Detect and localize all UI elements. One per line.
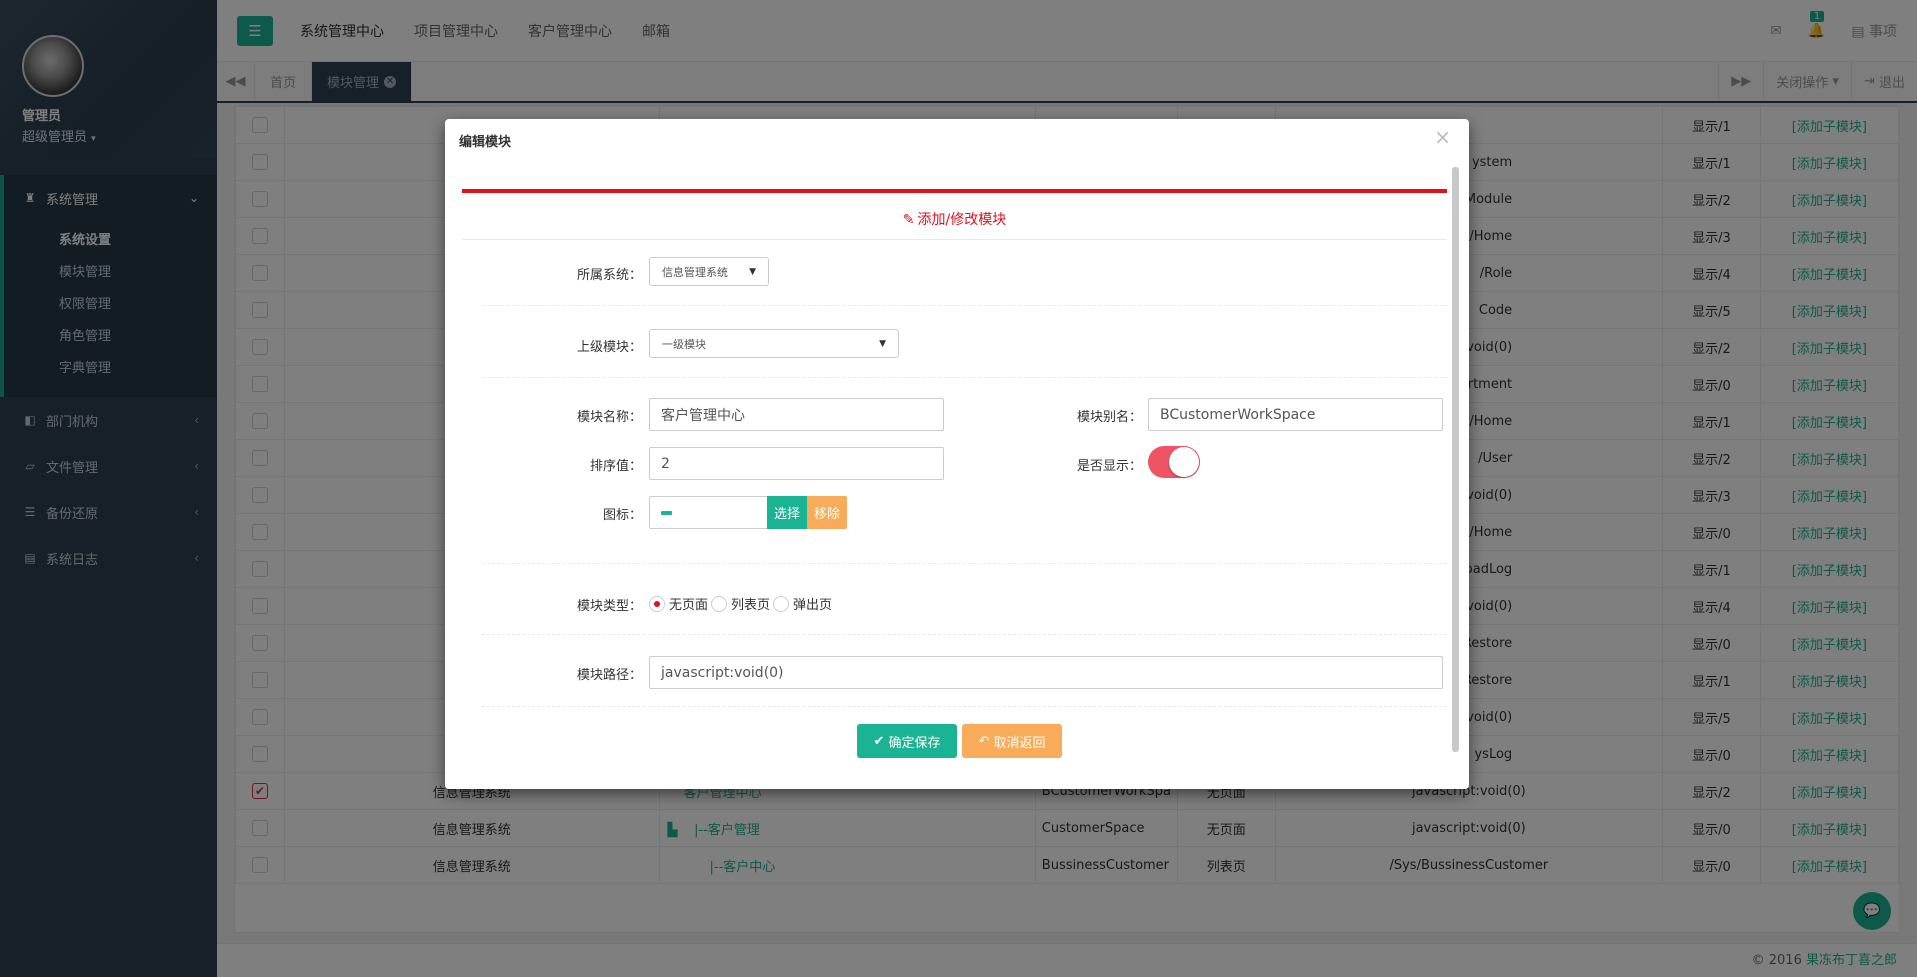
sort-input[interactable]: 2 <box>649 447 944 480</box>
toggle-knob <box>1169 447 1199 477</box>
type-option-popup[interactable]: 弹出页 <box>773 594 832 613</box>
type-option-none[interactable]: 无页面 <box>649 594 708 613</box>
module-alias-input[interactable]: BCustomerWorkSpace <box>1148 398 1443 431</box>
form-divider <box>482 634 1447 635</box>
modal-scrollbar[interactable] <box>1452 167 1459 752</box>
save-button-label: 确定保存 <box>888 735 941 751</box>
save-button[interactable]: ✔ 确定保存 <box>857 724 957 758</box>
parent-label: 上级模块： <box>576 340 642 355</box>
type-option-list[interactable]: 列表页 <box>711 594 770 613</box>
close-icon[interactable]: × <box>1434 125 1451 149</box>
edit-icon: ✎ <box>902 212 915 228</box>
module-type-radio-group: 无页面 列表页 弹出页 <box>649 594 835 613</box>
reply-icon: ↶ <box>978 733 990 749</box>
check-icon: ✔ <box>873 733 885 749</box>
form-title: ✎ 添加/修改模块 <box>462 193 1447 240</box>
system-select[interactable]: 信息管理系统 ▼ <box>649 257 769 286</box>
form-title-text: 添加/修改模块 <box>917 212 1007 228</box>
form-divider <box>482 563 1447 564</box>
form-divider <box>482 706 1447 707</box>
caret-down-icon: ▼ <box>749 266 756 277</box>
alias-label: 模块别名： <box>1076 410 1142 425</box>
module-name-input[interactable]: 客户管理中心 <box>649 398 944 431</box>
icon-label: 图标： <box>602 508 642 523</box>
cancel-button[interactable]: ↶ 取消返回 <box>962 724 1062 758</box>
type-label: 模块类型： <box>576 599 642 614</box>
radio-button[interactable] <box>773 595 790 612</box>
sort-label: 排序值： <box>589 459 642 474</box>
radio-label: 列表页 <box>731 598 771 613</box>
parent-select[interactable]: 一级模块 ▼ <box>649 329 899 358</box>
modal-title: 编辑模块 <box>459 135 512 150</box>
radio-button[interactable] <box>711 595 728 612</box>
parent-select-value: 一级模块 <box>662 337 706 351</box>
show-toggle[interactable] <box>1148 446 1200 478</box>
modal-header: 编辑模块 × <box>445 119 1469 157</box>
select-icon-button[interactable]: 选择 <box>767 496 807 529</box>
minus-icon <box>661 510 672 515</box>
radio-label: 弹出页 <box>793 598 833 613</box>
system-label: 所属系统： <box>576 268 642 283</box>
cancel-button-label: 取消返回 <box>993 735 1046 751</box>
form-divider <box>482 377 1447 378</box>
form-divider <box>482 305 1447 306</box>
radio-label: 无页面 <box>669 598 709 613</box>
caret-down-icon: ▼ <box>879 338 886 349</box>
show-label: 是否显示： <box>1076 459 1142 474</box>
edit-module-dialog: 编辑模块 × ✎ 添加/修改模块 所属系统： 信息管理系统 ▼ 上级模块： 一级模块… <box>445 119 1469 789</box>
radio-button[interactable] <box>649 595 665 612</box>
name-label: 模块名称： <box>576 410 642 425</box>
form-body: 所属系统： 信息管理系统 ▼ 上级模块： 一级模块 ▼ 模块名称： 客户管理中心 模… <box>462 240 1447 788</box>
remove-icon-button[interactable]: 移除 <box>807 496 847 529</box>
system-select-value: 信息管理系统 <box>662 265 728 279</box>
path-label: 模块路径： <box>576 668 642 683</box>
modal-body: ✎ 添加/修改模块 所属系统： 信息管理系统 ▼ 上级模块： 一级模块 ▼ 模块名称：… <box>445 189 1469 788</box>
module-path-input[interactable]: javascript:void(0) <box>649 656 1443 689</box>
icon-preview <box>649 496 768 529</box>
